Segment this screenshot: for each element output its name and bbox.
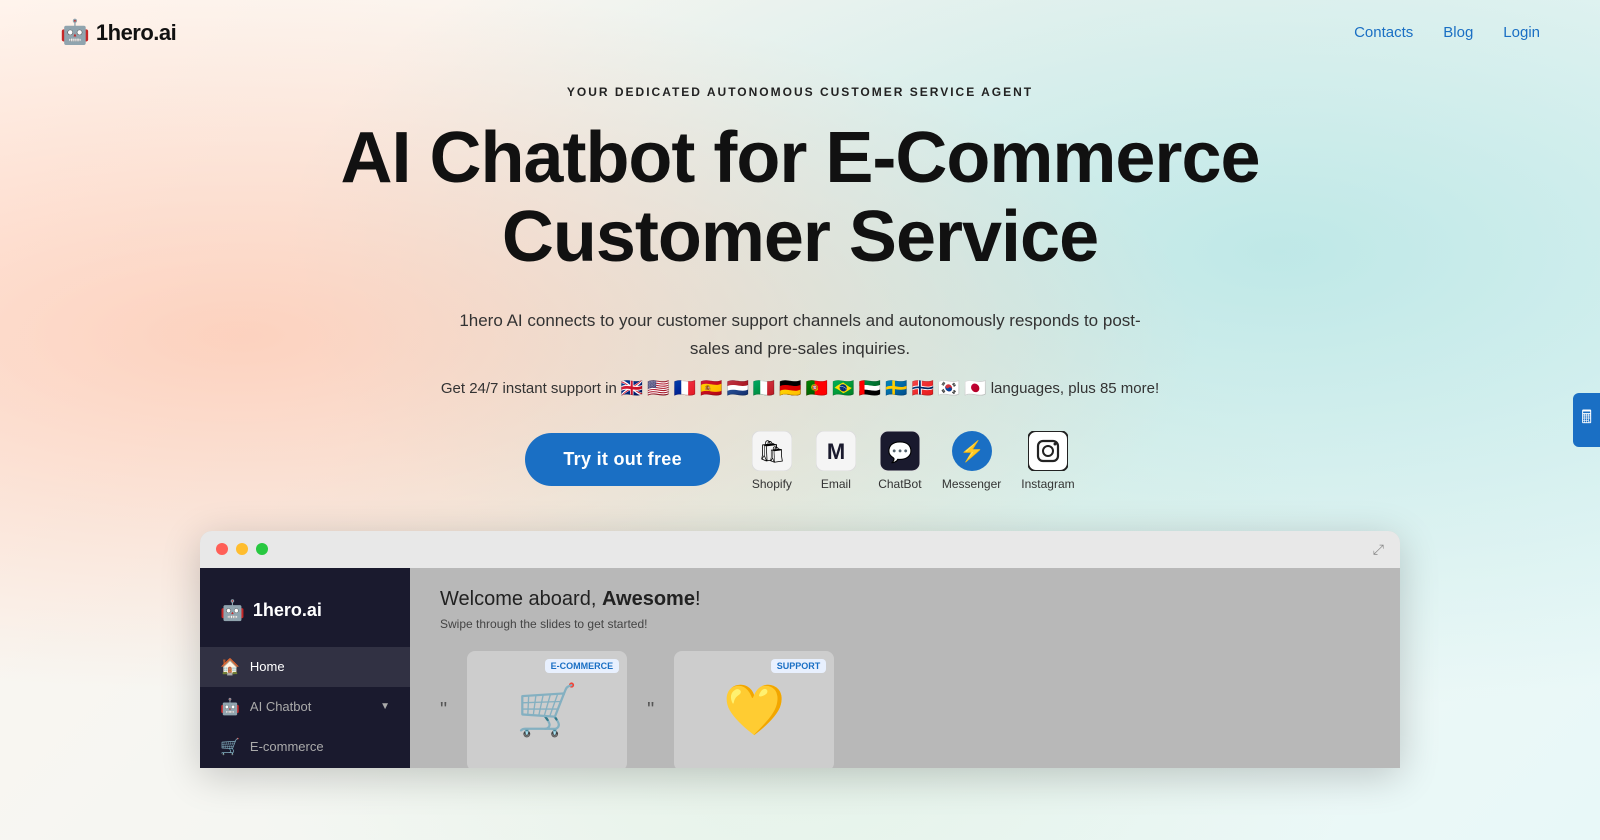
chatbot-icon: 💬 [878, 429, 922, 473]
integration-shopify: 🛍 Shopify [750, 429, 794, 491]
languages-line: Get 24/7 instant support in 🇬🇧 🇺🇸 🇫🇷 🇪🇸 … [20, 378, 1580, 399]
chatbot-label: ChatBot [878, 477, 921, 491]
flag-gb: 🇬🇧 [621, 378, 643, 399]
nav-blog[interactable]: Blog [1443, 24, 1473, 41]
sidebar-label-home: Home [250, 659, 285, 674]
hero-subtitle: YOUR DEDICATED AUTONOMOUS CUSTOMER SERVI… [20, 85, 1580, 99]
try-free-button[interactable]: Try it out free [525, 433, 720, 486]
slide-preview-2: 💛 SUPPORT [674, 651, 834, 768]
integration-messenger: ⚡ Messenger [942, 429, 1001, 491]
flag-es: 🇪🇸 [700, 378, 722, 399]
headline-line2: Customer Service [502, 197, 1098, 277]
hero-section: YOUR DEDICATED AUTONOMOUS CUSTOMER SERVI… [0, 65, 1600, 491]
welcome-name: Awesome [602, 588, 695, 610]
flag-jp: 🇯🇵 [964, 378, 986, 399]
ai-icon: 🤖 [220, 697, 240, 717]
flag-it: 🇮🇹 [753, 378, 775, 399]
header: 🤖 1hero.ai Contacts Blog Login [0, 0, 1600, 65]
app-swipe-text: Swipe through the slides to get started! [440, 617, 1370, 631]
app-body: 🤖 1hero.ai 🏠 Home 🤖 AI Chatbot ▼ 🛒 E-com… [200, 568, 1400, 768]
sidebar-item-home[interactable]: 🏠 Home [200, 647, 410, 687]
svg-text:⚡: ⚡ [959, 439, 984, 463]
app-slides: " 🛒 E-COMMERCE " 💛 SUPPORT [440, 651, 1370, 768]
home-icon: 🏠 [220, 657, 240, 677]
welcome-prefix: Welcome aboard, [440, 588, 602, 610]
flag-kr: 🇰🇷 [938, 378, 960, 399]
email-label: Email [821, 477, 851, 491]
flag-ae: 🇦🇪 [859, 378, 881, 399]
sidebar-label-ecommerce: E-commerce [250, 739, 324, 754]
messenger-icon: ⚡ [950, 429, 994, 473]
hero-headline: AI Chatbot for E-Commerce Customer Servi… [20, 119, 1580, 277]
sidebar-item-aichatbot[interactable]: 🤖 AI Chatbot ▼ [200, 687, 410, 727]
ecommerce-icon: 🛒 [220, 737, 240, 757]
sidebar-item-ecommerce[interactable]: 🛒 E-commerce [200, 727, 410, 767]
instagram-icon [1026, 429, 1070, 473]
flag-no: 🇳🇴 [911, 378, 933, 399]
languages-suffix: languages, plus 85 more! [991, 380, 1159, 397]
app-logo-text: 1hero.ai [253, 600, 322, 621]
traffic-light-yellow [236, 543, 248, 555]
headline-line1: AI Chatbot for E-Commerce [340, 118, 1259, 198]
flag-us: 🇺🇸 [647, 378, 669, 399]
flag-se: 🇸🇪 [885, 378, 907, 399]
maximize-icon: ⤢ [1373, 541, 1384, 558]
traffic-light-green [256, 543, 268, 555]
integration-instagram: Instagram [1021, 429, 1074, 491]
robot-icon: 🤖 [60, 18, 90, 47]
right-widget[interactable]: 🖩 [1573, 393, 1600, 447]
flag-fr: 🇫🇷 [674, 378, 696, 399]
logo: 🤖 1hero.ai [60, 18, 176, 47]
nav-contacts[interactable]: Contacts [1354, 24, 1413, 41]
slide1-emoji: 🛒 [516, 681, 578, 740]
navigation: Contacts Blog Login [1354, 24, 1540, 41]
app-welcome-text: Welcome aboard, Awesome! [440, 588, 1370, 611]
svg-text:🛍: 🛍 [758, 439, 786, 464]
hero-description: 1hero AI connects to your customer suppo… [440, 307, 1160, 361]
slide1-badge: E-COMMERCE [545, 659, 620, 673]
cta-section: Try it out free 🛍 Shopify M [20, 429, 1580, 491]
languages-prefix: Get 24/7 instant support in [441, 380, 617, 397]
traffic-light-red [216, 543, 228, 555]
calculator-icon: 🖩 [1581, 407, 1592, 427]
flag-pt: 🇵🇹 [806, 378, 828, 399]
messenger-label: Messenger [942, 477, 1001, 491]
flag-nl: 🇳🇱 [726, 378, 748, 399]
app-screenshot: ⤢ 🤖 1hero.ai 🏠 Home 🤖 AI Chatbot ▼ 🛒 E-c… [200, 531, 1400, 768]
email-icon: M [814, 429, 858, 473]
shopify-label: Shopify [752, 477, 792, 491]
svg-text:💬: 💬 [887, 440, 912, 464]
app-sidebar-logo: 🤖 1hero.ai [200, 588, 410, 647]
integration-email: M Email [814, 429, 858, 491]
shopify-icon: 🛍 [750, 429, 794, 473]
flag-br: 🇧🇷 [832, 378, 854, 399]
slide-left-arrow: " [440, 699, 447, 722]
slide2-badge: SUPPORT [771, 659, 827, 673]
sidebar-label-aichatbot: AI Chatbot [250, 699, 311, 714]
svg-text:M: M [827, 439, 845, 464]
flag-de: 🇩🇪 [779, 378, 801, 399]
integration-chatbot: 💬 ChatBot [878, 429, 922, 491]
app-main-content: Welcome aboard, Awesome! Swipe through t… [410, 568, 1400, 768]
slide-right-arrow: " [647, 699, 654, 722]
instagram-label: Instagram [1021, 477, 1074, 491]
slide-preview-1: 🛒 E-COMMERCE [467, 651, 627, 768]
nav-login[interactable]: Login [1503, 24, 1540, 41]
slide2-emoji: 💛 [723, 681, 785, 740]
logo-text: 1hero.ai [96, 20, 176, 46]
integrations-list: 🛍 Shopify M Email [750, 429, 1075, 491]
app-sidebar: 🤖 1hero.ai 🏠 Home 🤖 AI Chatbot ▼ 🛒 E-com… [200, 568, 410, 768]
app-titlebar: ⤢ [200, 531, 1400, 568]
